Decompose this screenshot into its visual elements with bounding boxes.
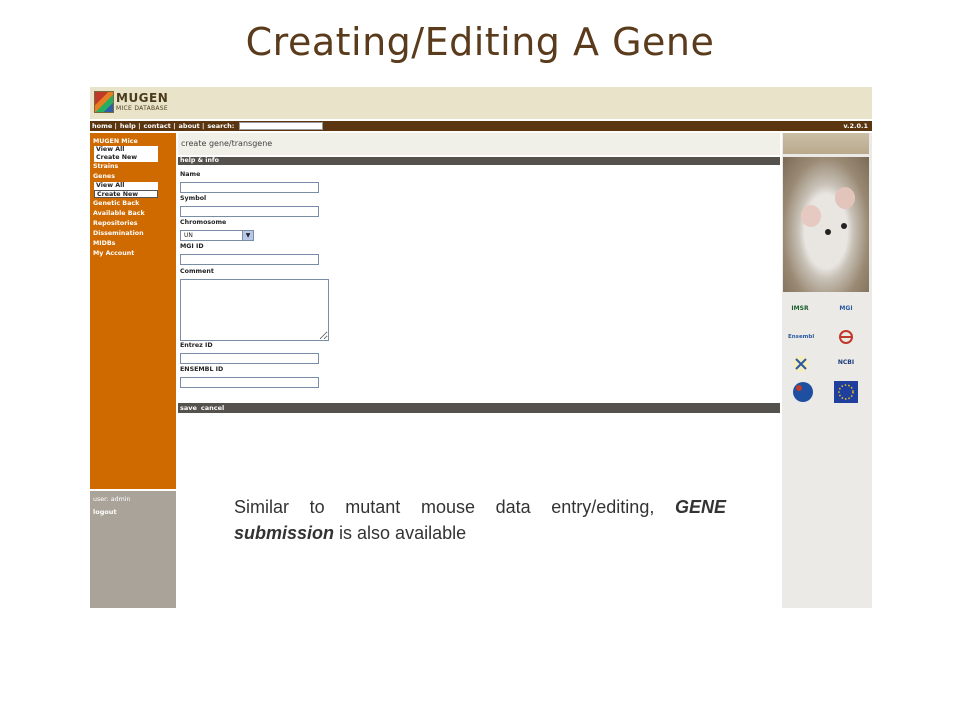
sidebar-item-mugen-mice[interactable]: MUGEN Mice <box>93 138 138 145</box>
sidebar-subitem-genes-view-all[interactable]: View All <box>94 182 158 190</box>
mgi-id-field[interactable] <box>180 254 319 265</box>
dna-helix-logo-icon[interactable] <box>792 355 810 373</box>
imsr-logo-icon[interactable]: IMSR <box>788 299 812 319</box>
sidebar-item-genes[interactable]: Genes <box>93 173 115 180</box>
ebi-logo-icon[interactable] <box>838 329 854 345</box>
nav-help-link[interactable]: help | <box>120 121 141 131</box>
page-title: create gene/transgene <box>178 133 780 155</box>
help-info-bar: help & info <box>178 157 780 165</box>
ensembl-logo-icon[interactable]: Ensembl <box>788 327 814 347</box>
chromosome-select[interactable]: UN ▼ <box>180 230 254 241</box>
chromosome-label: Chromosome <box>180 219 227 226</box>
mouse-photo <box>783 157 869 292</box>
symbol-field[interactable] <box>180 206 319 217</box>
mouse-ear <box>835 187 855 209</box>
top-nav-bar: home | help | contact | about | search: v.2.… <box>90 121 872 131</box>
chevron-down-icon[interactable]: ▼ <box>242 231 253 240</box>
cancel-button[interactable]: cancel <box>201 404 224 412</box>
sidebar-item-repositories[interactable]: Repositories <box>93 220 137 227</box>
symbol-label: Symbol <box>180 195 207 202</box>
sidebar: MUGEN Mice View All Create New Strains G… <box>90 133 176 489</box>
globe-logo-icon[interactable] <box>792 381 814 403</box>
mouse-ear <box>801 205 821 227</box>
nav-about-link[interactable]: about | <box>179 121 205 131</box>
nav-contact-link[interactable]: contact | <box>143 121 175 131</box>
chromosome-selected-value: UN <box>184 232 193 239</box>
current-user: user: admin <box>93 496 131 503</box>
caption-text-part2: is also available <box>334 523 467 543</box>
ensembl-id-label: ENSEMBL ID <box>180 366 224 373</box>
sidebar-item-genetic-back[interactable]: Genetic Back <box>93 200 139 207</box>
version-label: v.2.0.1 <box>843 122 868 130</box>
mugen-logo-icon <box>94 91 114 113</box>
search-label: search: <box>207 122 235 130</box>
sidebar-item-my-account[interactable]: My Account <box>93 250 134 257</box>
help-info-link[interactable]: help & info <box>180 157 219 164</box>
sidebar-item-midbs[interactable]: MIDBs <box>93 240 115 247</box>
slide-caption: Similar to mutant mouse data entry/editi… <box>234 494 726 546</box>
sidebar-subitem-mice-create-new[interactable]: Create New <box>94 154 158 162</box>
right-panel: IMSR MGI Ensembl NCBI <box>782 133 872 608</box>
caption-text-part1: Similar to mutant mouse data entry/editi… <box>234 497 655 517</box>
sidebar-item-dissemination[interactable]: Dissemination <box>93 230 144 237</box>
sidebar-user-panel: user: admin logout <box>90 491 176 608</box>
ensembl-id-field[interactable] <box>180 377 319 388</box>
sidebar-item-strains[interactable]: Strains <box>93 163 118 170</box>
mouse-eye <box>825 229 831 235</box>
sidebar-subitem-mice-view-all[interactable]: View All <box>94 146 158 154</box>
save-button[interactable]: save <box>180 404 197 412</box>
entrez-id-field[interactable] <box>180 353 319 364</box>
app-header: MUGEN MICE DATABASE <box>90 87 872 119</box>
logo-subtext: MICE DATABASE <box>116 105 169 112</box>
mouse-eye <box>841 223 847 229</box>
mgi-id-label: MGI ID <box>180 243 204 250</box>
eu-flag-icon[interactable] <box>834 381 858 403</box>
logo-text: MUGEN <box>116 91 169 105</box>
slide-title: Creating/Editing A Gene <box>245 20 715 64</box>
name-field[interactable] <box>180 182 319 193</box>
logout-link[interactable]: logout <box>93 508 117 516</box>
entrez-id-label: Entrez ID <box>180 342 213 349</box>
nav-home-link[interactable]: home | <box>92 121 117 131</box>
search-input[interactable] <box>239 122 323 130</box>
form-action-bar: save cancel <box>178 403 780 413</box>
comment-textarea[interactable] <box>180 279 329 341</box>
comment-label: Comment <box>180 268 214 275</box>
sidebar-subitem-genes-create-new[interactable]: Create New <box>94 190 158 198</box>
top-nav: home | help | contact | about | search: <box>92 121 237 131</box>
name-label: Name <box>180 171 201 178</box>
main-content: create gene/transgene help & info Name S… <box>178 133 780 493</box>
mouse-photo-strip <box>783 133 869 154</box>
mgi-logo-icon[interactable]: MGI <box>834 299 858 319</box>
sidebar-item-available-back[interactable]: Available Back <box>93 210 145 217</box>
ncbi-logo-icon[interactable]: NCBI <box>834 353 858 373</box>
